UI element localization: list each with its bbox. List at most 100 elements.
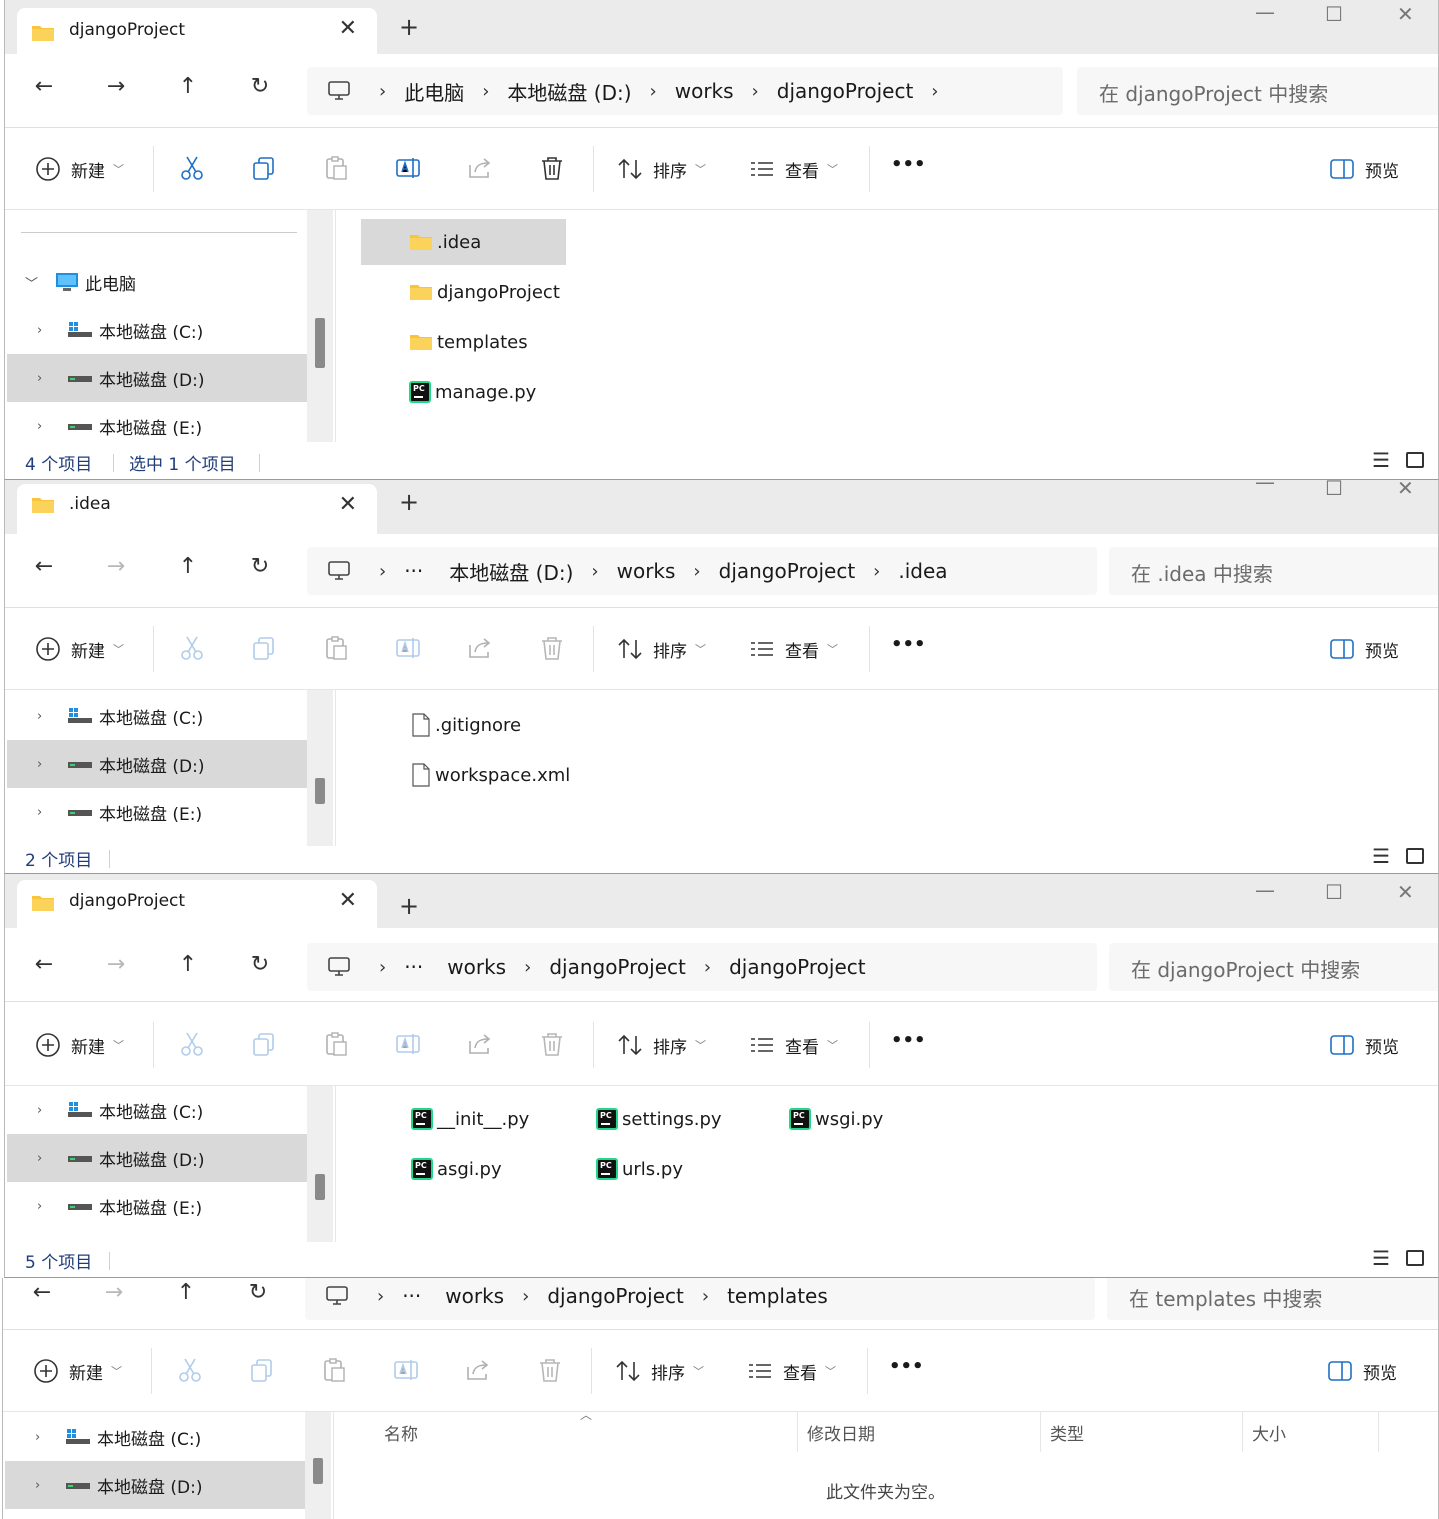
chevron-right-icon[interactable]: › (37, 757, 67, 772)
breadcrumb-djangoproject[interactable]: djangoProject (719, 559, 856, 583)
chevron-right-icon[interactable]: › (37, 805, 67, 820)
file-item-manage-py[interactable]: PC manage.py (409, 369, 536, 415)
breadcrumb-separator[interactable]: › (702, 1286, 709, 1307)
scrollbar-thumb[interactable] (313, 1458, 323, 1484)
rename-icon[interactable] (395, 635, 421, 661)
sidebar-scrollbar[interactable] (305, 1412, 331, 1519)
breadcrumb-djangoproject-inner[interactable]: djangoProject (729, 955, 866, 979)
column-header-type[interactable]: 类型 (1050, 1420, 1084, 1445)
preview-button[interactable]: 预览 (1329, 636, 1399, 662)
delete-icon[interactable] (539, 155, 565, 181)
breadcrumb-separator[interactable]: › (931, 81, 938, 102)
file-item-init-py[interactable]: PC __init__.py (411, 1096, 529, 1142)
view-button[interactable]: 查看 ﹀ (749, 636, 838, 662)
preview-button[interactable]: 预览 (1329, 156, 1399, 182)
tiles-view-icon[interactable] (1406, 1250, 1424, 1266)
details-view-icon[interactable]: ☰ (1372, 844, 1390, 868)
sidebar-item-this-pc[interactable]: ﹀ 此电脑 (7, 258, 307, 306)
sidebar-item-drive-c[interactable]: › 本地磁盘 (C:) (7, 306, 307, 354)
file-item-asgi-py[interactable]: PC asgi.py (411, 1146, 502, 1192)
file-item-idea[interactable]: .idea (361, 219, 566, 265)
sidebar-scrollbar[interactable] (307, 690, 333, 846)
breadcrumb-separator[interactable]: › (752, 81, 759, 102)
cut-icon[interactable] (179, 155, 205, 181)
close-window-button[interactable]: ✕ (1397, 480, 1414, 500)
tab-djangoproject[interactable]: djangoProject ✕ (17, 880, 377, 928)
sidebar-item-drive-c[interactable]: › 本地磁盘 (C:) (7, 692, 307, 740)
copy-icon[interactable] (251, 1031, 277, 1057)
address-bar[interactable]: › ··· works › djangoProject › templates (305, 1278, 1095, 1320)
new-button[interactable]: 新建 ﹀ (35, 156, 124, 182)
breadcrumb-separator[interactable]: › (379, 561, 386, 582)
sidebar-item-drive-c[interactable]: › 本地磁盘 (C:) (7, 1086, 307, 1134)
close-tab-icon[interactable]: ✕ (339, 888, 357, 913)
breadcrumb-separator[interactable]: › (377, 1286, 384, 1307)
sort-button[interactable]: 排序 ﹀ (617, 636, 706, 662)
copy-icon[interactable] (249, 1357, 275, 1383)
new-tab-button[interactable]: + (399, 488, 419, 516)
chevron-right-icon[interactable]: › (37, 709, 67, 724)
sidebar-item-drive-d[interactable]: › 本地磁盘 (D:) (5, 1461, 305, 1509)
breadcrumb-works[interactable]: works (447, 955, 506, 979)
sidebar-item-drive-c[interactable]: › 本地磁盘 (C:) (5, 1413, 305, 1461)
address-bar[interactable]: › 此电脑 › 本地磁盘 (D:) › works › djangoProjec… (307, 67, 1063, 115)
file-item-templates[interactable]: templates (409, 319, 528, 365)
back-button[interactable]: ← (27, 1280, 57, 1305)
view-button[interactable]: 查看 ﹀ (747, 1358, 836, 1384)
breadcrumb-separator[interactable]: › (650, 81, 657, 102)
maximize-button[interactable]: ☐ (1325, 880, 1343, 904)
breadcrumb-separator[interactable]: › (379, 81, 386, 102)
chevron-right-icon[interactable]: › (37, 371, 67, 386)
breadcrumb-this-pc[interactable]: 此电脑 (404, 77, 464, 106)
breadcrumb-djangoproject[interactable]: djangoProject (547, 1284, 684, 1308)
paste-icon[interactable] (323, 155, 349, 181)
breadcrumb-separator[interactable]: › (704, 957, 711, 978)
breadcrumb-djangoproject[interactable]: djangoProject (549, 955, 686, 979)
sort-button[interactable]: 排序 ﹀ (617, 1032, 706, 1058)
copy-icon[interactable] (251, 635, 277, 661)
forward-button[interactable]: → (101, 952, 131, 977)
chevron-right-icon[interactable]: › (37, 419, 67, 434)
breadcrumb-overflow[interactable]: ··· (402, 1284, 421, 1308)
breadcrumb-separator[interactable]: › (524, 957, 531, 978)
view-button[interactable]: 查看 ﹀ (749, 1032, 838, 1058)
breadcrumb-separator[interactable]: › (693, 561, 700, 582)
preview-button[interactable]: 预览 (1329, 1032, 1399, 1058)
column-divider[interactable] (797, 1412, 798, 1452)
chevron-right-icon[interactable]: › (37, 1103, 67, 1118)
refresh-button[interactable]: ↻ (245, 554, 275, 579)
new-tab-button[interactable]: + (399, 892, 419, 920)
close-tab-icon[interactable]: ✕ (339, 492, 357, 517)
sort-button[interactable]: 排序 ﹀ (617, 156, 706, 182)
column-divider[interactable] (1242, 1412, 1243, 1452)
new-button[interactable]: 新建 ﹀ (33, 1358, 122, 1384)
column-header-size[interactable]: 大小 (1252, 1420, 1286, 1445)
close-window-button[interactable]: ✕ (1397, 880, 1414, 904)
breadcrumb-separator[interactable]: › (482, 81, 489, 102)
breadcrumb-idea[interactable]: .idea (898, 559, 947, 583)
cut-icon[interactable] (179, 635, 205, 661)
chevron-right-icon[interactable]: › (35, 1478, 65, 1493)
back-button[interactable]: ← (29, 554, 59, 579)
sidebar-item-drive-d[interactable]: › 本地磁盘 (D:) (7, 740, 307, 788)
refresh-button[interactable]: ↻ (245, 952, 275, 977)
search-input[interactable]: 在 djangoProject 中搜索 (1077, 67, 1438, 115)
sidebar-item-drive-d[interactable]: › 本地磁盘 (D:) (7, 1134, 307, 1182)
forward-button[interactable]: → (99, 1280, 129, 1305)
minimize-button[interactable]: — (1255, 480, 1275, 494)
file-item-urls-py[interactable]: PC urls.py (596, 1146, 683, 1192)
breadcrumb-works[interactable]: works (675, 79, 734, 103)
back-button[interactable]: ← (29, 952, 59, 977)
up-button[interactable]: ↑ (173, 952, 203, 977)
tab-idea[interactable]: .idea ✕ (17, 484, 377, 534)
minimize-button[interactable]: — (1255, 0, 1275, 24)
breadcrumb-separator[interactable]: › (591, 561, 598, 582)
delete-icon[interactable] (537, 1357, 563, 1383)
sidebar-scrollbar[interactable] (307, 1086, 333, 1242)
search-input[interactable]: 在 templates 中搜索 (1107, 1278, 1438, 1320)
tab-djangoproject[interactable]: djangoProject ✕ (17, 8, 377, 54)
breadcrumb-drive-d[interactable]: 本地磁盘 (D:) (449, 557, 573, 586)
more-options-button[interactable]: ••• (889, 1356, 924, 1377)
breadcrumb-works[interactable]: works (445, 1284, 504, 1308)
file-item-wsgi-py[interactable]: PC wsgi.py (789, 1096, 883, 1142)
